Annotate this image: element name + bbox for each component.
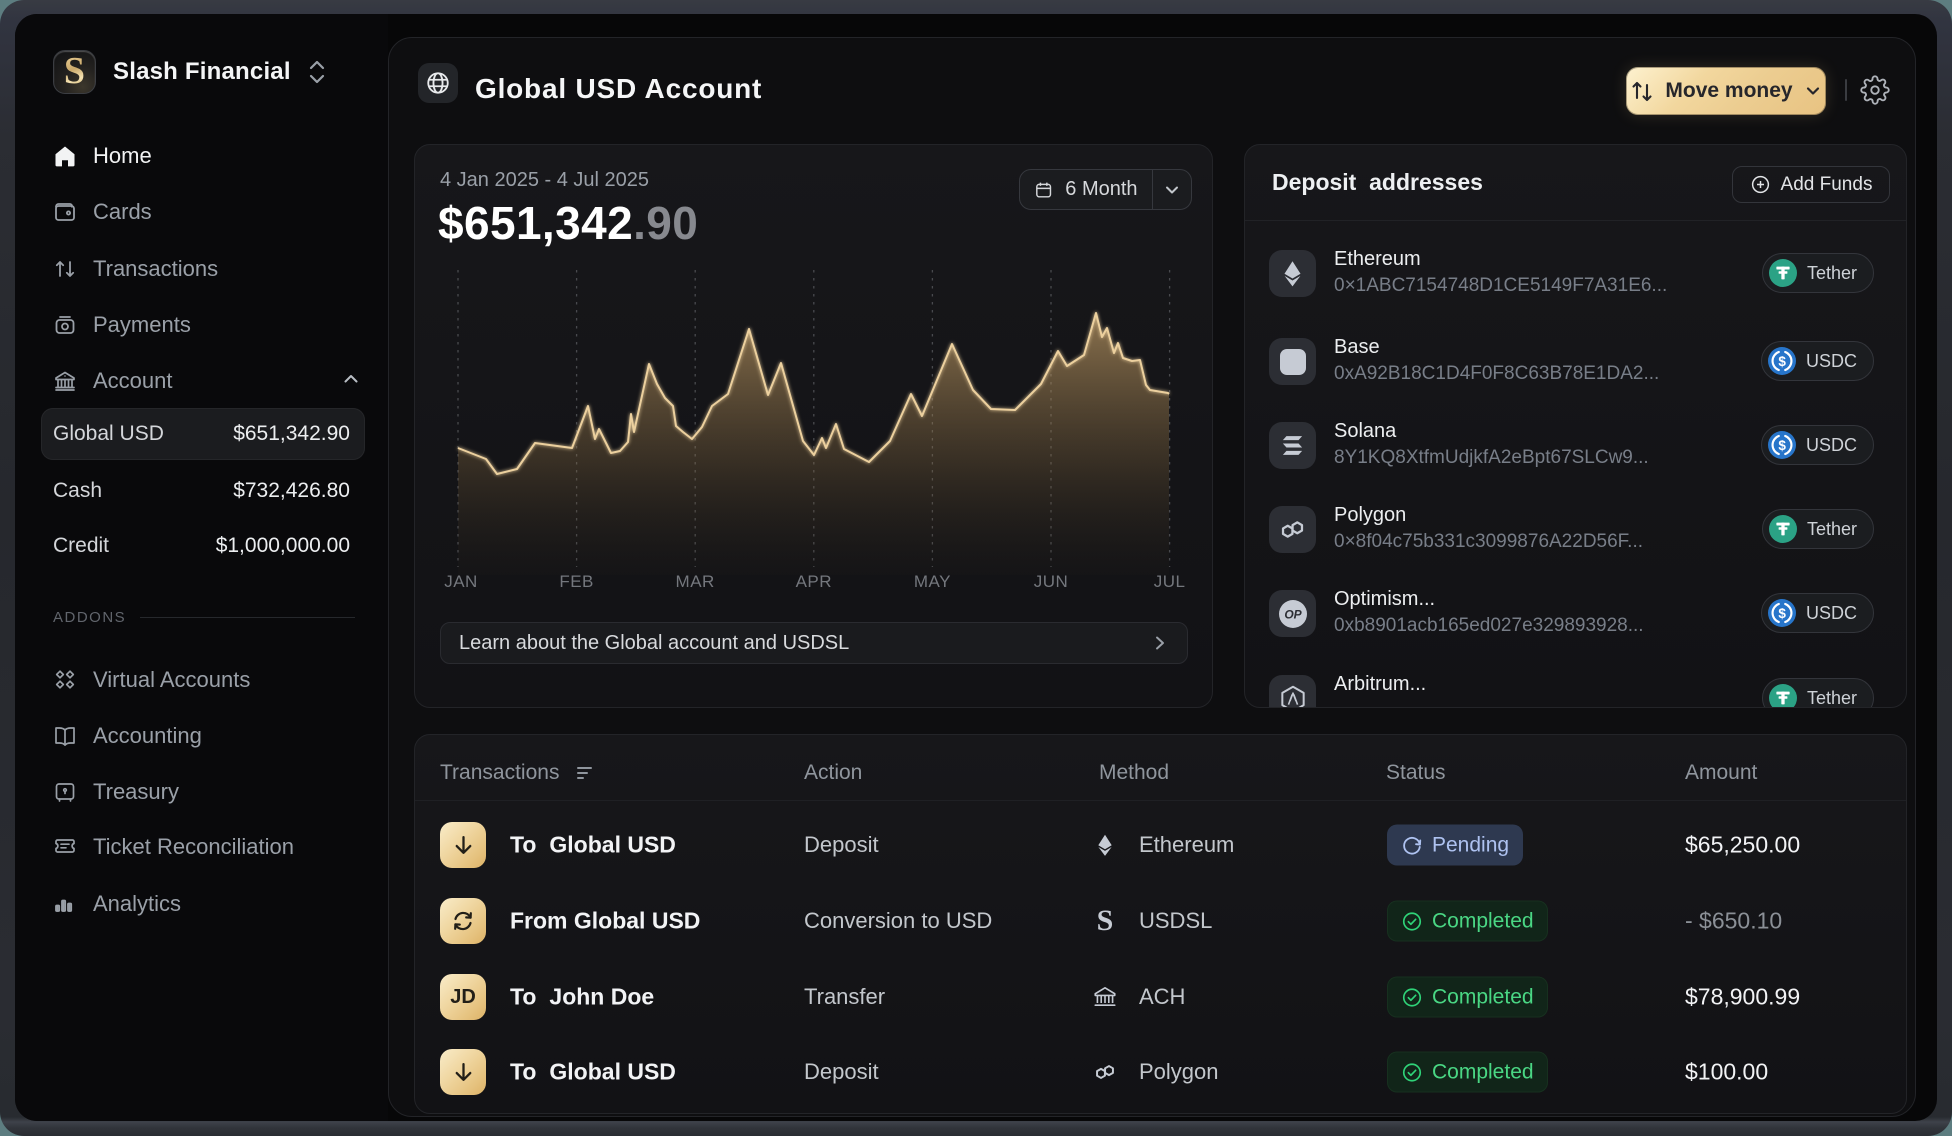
svg-text:JUL: JUL	[1154, 572, 1186, 591]
svg-text:$: $	[1778, 438, 1786, 453]
svg-text:APR: APR	[796, 572, 832, 591]
svg-text:FEB: FEB	[559, 572, 594, 591]
svg-text:$: $	[1778, 606, 1786, 621]
svg-text:JUN: JUN	[1034, 572, 1069, 591]
svg-text:MAY: MAY	[914, 572, 951, 591]
svg-text:$: $	[1778, 354, 1786, 369]
svg-text:JAN: JAN	[444, 572, 478, 591]
svg-text:MAR: MAR	[676, 572, 715, 591]
svg-text:OP: OP	[1284, 607, 1302, 621]
